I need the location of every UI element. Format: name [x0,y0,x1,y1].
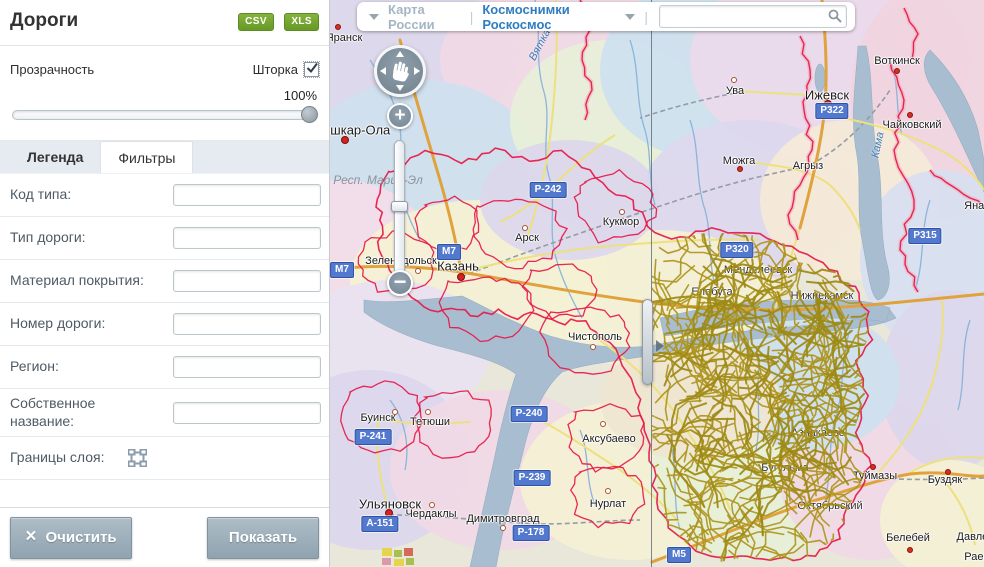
export-xls-button[interactable]: XLS [284,13,319,31]
active-layer-dropdown-icon[interactable] [625,14,635,20]
page-title: Дороги [10,10,78,32]
curtain-checkbox[interactable] [304,62,319,77]
toolbar-separator: | [644,9,648,25]
transparency-slider[interactable] [12,110,315,120]
layer-toolbar: Карта России | Космоснимки Роскосмос | [357,2,855,31]
curtain-drag-handle[interactable] [642,299,653,385]
export-buttons: CSV XLS [232,11,319,31]
filter-row-own-name: Собственное название: [0,389,329,437]
pan-left-icon[interactable] [380,67,386,75]
map-viewport[interactable]: ЯранскЙошкар-ОлаЗеленодольскКазаньАрскКу… [330,0,984,567]
pan-down-icon[interactable] [396,85,404,91]
field-label: Материал покрытия: [10,272,144,290]
filter-row-road-number: Номер дороги: [0,303,329,346]
pan-control[interactable] [374,45,426,97]
curtain-arrow-icon[interactable] [656,340,664,352]
field-label: Номер дороги: [10,315,105,333]
filter-row-surface-material: Материал покрытия: [0,260,329,303]
field-label: Регион: [10,358,59,376]
field-label: Собственное название: [10,395,120,430]
surface-material-input[interactable] [173,270,321,292]
roads-panel: Дороги CSV XLS Прозрачность Шторка 100% [0,0,330,567]
road-type-input[interactable] [173,227,321,249]
clear-x-icon: × [25,527,36,546]
zoom-out-button[interactable]: − [387,270,413,296]
show-button[interactable]: Показать [207,517,319,559]
base-layer-dropdown-icon[interactable] [369,14,379,20]
zoom-slider-handle[interactable] [391,201,408,212]
transparency-value: 100% [10,88,317,103]
filter-form: Код типа: Тип дороги: Материал покрытия:… [0,174,329,480]
toolbar-separator: | [470,9,474,25]
check-icon [305,61,319,75]
roads-overlay-layer [330,0,984,567]
polygon-select-icon[interactable] [128,449,147,467]
type-code-input[interactable] [173,184,321,206]
panel-footer: × Очистить Показать [0,507,329,567]
curtain-label: Шторка [253,62,298,77]
export-csv-button[interactable]: CSV [238,13,274,31]
filter-row-road-type: Тип дороги: [0,217,329,260]
tab-legend[interactable]: Легенда [10,141,100,173]
field-label: Тип дороги: [10,229,86,247]
filter-row-region: Регион: [0,346,329,389]
transparency-slider-handle[interactable] [301,106,318,123]
field-label: Границы слоя: [10,449,104,467]
search-icon[interactable] [828,9,842,23]
zoom-in-button[interactable]: + [387,103,413,129]
tab-filters[interactable]: Фильтры [100,141,193,173]
panel-header: Дороги CSV XLS [0,0,329,46]
app-window: Дороги CSV XLS Прозрачность Шторка 100% [0,0,984,567]
pan-up-icon[interactable] [396,51,404,57]
panel-tabs: Легенда Фильтры [0,141,329,174]
road-number-input[interactable] [173,313,321,335]
curtain-divider-line [651,0,652,567]
search-input[interactable] [659,5,847,28]
filter-row-type-code: Код типа: [0,174,329,217]
transparency-label: Прозрачность [10,62,94,77]
transparency-section: Прозрачность Шторка 100% [0,46,329,141]
own-name-input[interactable] [173,402,321,424]
clear-button[interactable]: × Очистить [10,517,132,559]
active-layer-link[interactable]: Космоснимки Роскосмос [482,2,616,32]
field-label: Код типа: [10,186,71,204]
hand-icon [389,59,411,83]
base-layer-link[interactable]: Карта России [388,2,461,32]
region-input[interactable] [173,356,321,378]
filter-row-layer-bounds: Границы слоя: [0,437,329,480]
pan-right-icon[interactable] [414,67,420,75]
